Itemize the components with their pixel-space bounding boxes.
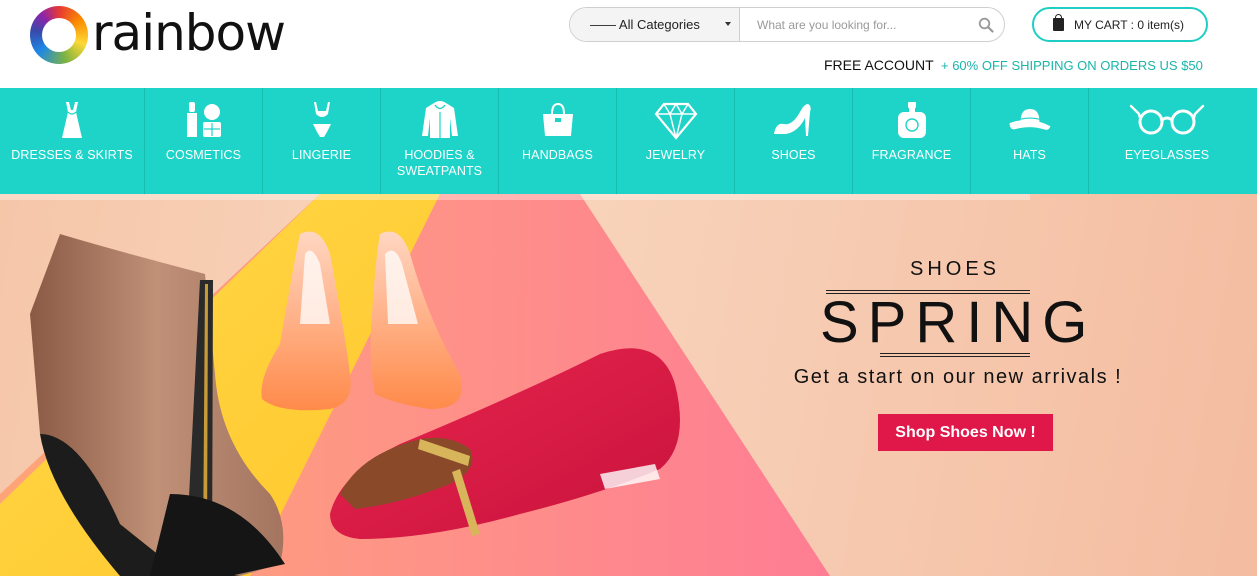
nav-item-label: FRAGRANCE bbox=[871, 148, 952, 162]
nav-item-hoodies-sweatpants[interactable]: HOODIES & SWEATPANTS bbox=[381, 88, 499, 194]
nav-item-cosmetics[interactable]: COSMETICS bbox=[145, 88, 263, 194]
shopping-bag-icon bbox=[1053, 14, 1064, 31]
search-button[interactable] bbox=[968, 8, 1004, 41]
nav-item-eyeglasses[interactable]: EYEGLASSES bbox=[1089, 88, 1245, 194]
nav-item-shoes[interactable]: SHOES bbox=[735, 88, 853, 194]
perfume-icon bbox=[890, 100, 934, 140]
nav-item-label: SHOES bbox=[771, 148, 816, 162]
diamond-icon bbox=[654, 100, 698, 140]
site-header: rainbow —— All Categories MY CART : 0 it… bbox=[0, 0, 1257, 88]
nav-item-jewelry[interactable]: JEWELRY bbox=[617, 88, 735, 194]
search-input[interactable] bbox=[740, 8, 968, 41]
nav-item-label: HANDBAGS bbox=[522, 148, 593, 162]
hero-rule-bottom bbox=[880, 353, 1030, 354]
hero-rule-bottom-2 bbox=[880, 356, 1030, 357]
nav-item-lingerie[interactable]: LINGERIE bbox=[263, 88, 381, 194]
shipping-promo: + 60% OFF SHIPPING ON ORDERS US $50 bbox=[941, 58, 1203, 73]
eyeglasses-icon bbox=[1129, 100, 1205, 140]
category-nav: DRESSES & SKIRTS COSMETICS LINGERIE HOOD… bbox=[0, 88, 1257, 194]
nav-item-label: EYEGLASSES bbox=[1124, 148, 1210, 162]
high-heel-icon bbox=[772, 100, 816, 140]
logo-ring-icon bbox=[30, 6, 88, 64]
nav-item-hats[interactable]: HATS bbox=[971, 88, 1089, 194]
dress-icon bbox=[50, 100, 94, 140]
hoodie-icon bbox=[418, 100, 462, 140]
handbag-icon bbox=[536, 100, 580, 140]
search-bar: —— All Categories bbox=[569, 7, 1005, 42]
category-select-value: —— All Categories bbox=[590, 17, 700, 32]
rainbow-logo[interactable]: rainbow bbox=[30, 2, 286, 68]
hero-subtitle: Get a start on our new arrivals ! bbox=[793, 366, 1123, 388]
hero-kicker: SHOES bbox=[909, 258, 1001, 280]
nav-item-handbags[interactable]: HANDBAGS bbox=[499, 88, 617, 194]
nav-item-label: LINGERIE bbox=[291, 148, 352, 162]
nav-item-dresses-skirts[interactable]: DRESSES & SKIRTS bbox=[0, 88, 145, 194]
hero-title: SPRING bbox=[820, 290, 1097, 355]
hat-icon bbox=[1008, 100, 1052, 140]
caret-down-icon bbox=[725, 22, 731, 26]
shop-shoes-button[interactable]: Shop Shoes Now ! bbox=[878, 414, 1053, 451]
search-icon bbox=[978, 17, 994, 33]
cosmetics-icon bbox=[182, 100, 226, 140]
hero-banner: SHOES SPRING Get a start on our new arri… bbox=[0, 194, 1257, 576]
cart-label: MY CART : 0 item(s) bbox=[1074, 17, 1185, 32]
nav-item-fragrance[interactable]: FRAGRANCE bbox=[853, 88, 971, 194]
free-account-link[interactable]: FREE ACCOUNT bbox=[824, 57, 934, 73]
nav-item-label: COSMETICS bbox=[165, 148, 242, 162]
lingerie-icon bbox=[300, 100, 344, 140]
nav-item-label: DRESSES & SKIRTS bbox=[11, 148, 133, 162]
nav-item-label: HOODIES & SWEATPANTS bbox=[396, 148, 483, 178]
nav-item-label: JEWELRY bbox=[645, 148, 706, 162]
cart-button[interactable]: MY CART : 0 item(s) bbox=[1032, 7, 1208, 42]
category-select[interactable]: —— All Categories bbox=[570, 8, 740, 41]
nav-item-label: HATS bbox=[1013, 148, 1046, 162]
logo-wordmark: rainbow bbox=[92, 4, 286, 62]
